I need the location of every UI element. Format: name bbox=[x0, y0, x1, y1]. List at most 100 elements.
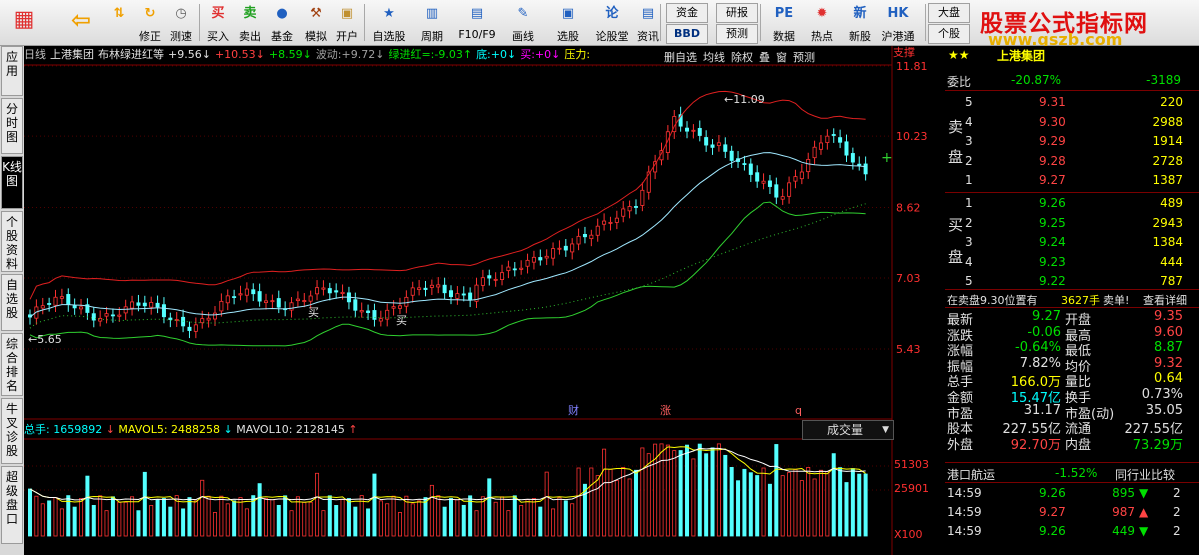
toolbar-button-10[interactable]: ★ 自选股 bbox=[369, 2, 409, 43]
volume-bar bbox=[321, 510, 326, 537]
candle-body bbox=[161, 304, 166, 318]
marker-q[interactable]: q bbox=[795, 404, 802, 417]
buy-level: 1 bbox=[965, 196, 973, 210]
chart-header-button-5[interactable]: 预测 bbox=[793, 51, 815, 64]
dapan-button[interactable]: 大盘 bbox=[928, 3, 970, 23]
zijin-button[interactable]: 资金 bbox=[666, 3, 708, 23]
volume-bar bbox=[391, 495, 396, 537]
tick-price: 9.26 bbox=[1039, 524, 1066, 538]
toolbar-button-8[interactable]: ⚒ 模拟 bbox=[302, 2, 330, 43]
toolbar-button-15[interactable]: 论论股堂 bbox=[592, 2, 632, 43]
marker-zhang[interactable]: 涨 bbox=[660, 404, 671, 417]
volume-bar bbox=[244, 508, 249, 537]
left-tab-6[interactable]: 牛叉诊股 bbox=[1, 398, 23, 464]
left-tab-bar: 应用 分时图 K线图 个股资料 自选股 综合排名 牛叉诊股 超级盘口 bbox=[0, 46, 24, 555]
chart-header-button-0[interactable]: 删自选 bbox=[664, 51, 697, 64]
candle-body bbox=[321, 287, 326, 290]
left-tab-1[interactable]: 分时图 bbox=[1, 98, 23, 154]
left-tab-2[interactable]: K线图 bbox=[1, 156, 23, 209]
volume-bar bbox=[774, 444, 779, 537]
tick-price: 9.27 bbox=[1039, 505, 1066, 519]
marker-cai[interactable]: 财 bbox=[568, 403, 579, 417]
toolbar-button-11[interactable]: ▥ 周期 bbox=[413, 2, 451, 43]
candle-body bbox=[436, 284, 441, 288]
tick-count: 2 bbox=[1173, 524, 1181, 538]
volume-bar bbox=[787, 472, 792, 537]
toolbar-button-5[interactable]: 买买入 bbox=[204, 2, 232, 43]
volume-bar bbox=[500, 496, 505, 537]
left-tab-4[interactable]: 自选股 bbox=[1, 274, 23, 331]
toolbar-button-18[interactable]: ✹ 热点 bbox=[806, 2, 838, 43]
toolbar-button-13[interactable]: ✎ 画线 bbox=[503, 2, 543, 43]
left-tab-5[interactable]: 综合排名 bbox=[1, 333, 23, 396]
candle-body bbox=[557, 247, 562, 250]
toolbar-button-17[interactable]: PE 数据 bbox=[766, 2, 802, 43]
candle-body bbox=[857, 163, 862, 166]
kline-chart[interactable]: 11.8110.238.627.035.43支撑←11.09←5.65买买财涨 q… bbox=[24, 46, 945, 555]
volume-bar bbox=[455, 499, 460, 537]
toolbar-button-2[interactable]: ⇅ bbox=[106, 2, 132, 43]
toolbar-button-12[interactable]: ▤ F10/F9 bbox=[455, 2, 499, 43]
toolbar-button-9[interactable]: ▣ 开户 bbox=[333, 2, 361, 43]
lock-icon: ▣ bbox=[340, 6, 354, 21]
toolbar-button-20[interactable]: HK 沪港通 bbox=[880, 2, 916, 43]
info-icon: ▤ bbox=[641, 6, 655, 21]
toolbar-button-3[interactable]: ↻ 修正 bbox=[136, 2, 164, 43]
toolbar-button-4[interactable]: ◷ 测速 bbox=[167, 2, 195, 43]
candle-body bbox=[863, 163, 868, 175]
mavol10-line bbox=[29, 447, 866, 501]
hot-icon: ✹ bbox=[816, 6, 828, 21]
volume-bar bbox=[519, 505, 524, 537]
buy-price: 9.22 bbox=[1039, 274, 1066, 288]
candle-body bbox=[410, 287, 415, 296]
toolbar-button-16[interactable]: ▤ 资讯 bbox=[634, 2, 662, 43]
gegu-button[interactable]: 个股 bbox=[928, 24, 970, 44]
toolbar-button-7[interactable]: ● 基金 bbox=[268, 2, 296, 43]
bbd-button[interactable]: BBD bbox=[666, 24, 708, 44]
volume-bar bbox=[442, 506, 447, 537]
yanbao-button[interactable]: 研报 bbox=[716, 3, 758, 23]
candle-body bbox=[723, 144, 728, 152]
toolbar-button-1[interactable]: ⇦ bbox=[64, 2, 98, 43]
view-detail-link[interactable]: 查看详细 bbox=[1143, 292, 1187, 308]
toolbar: ▦ ⇦ ⇅ ↻ 修正 ◷ 测速买买入卖卖出 ● 基金 ⚒ 模拟 ▣ 开户 ★ 自选股 ▥ 周期 ▤ F10/F9 ✎ 画… bbox=[0, 0, 1199, 49]
chart-header-button-3[interactable]: 叠 bbox=[759, 51, 770, 64]
divider bbox=[945, 192, 1199, 193]
tick-volume: 449 bbox=[1112, 524, 1135, 538]
tick-time: 14:59 bbox=[947, 505, 982, 519]
volume-bar bbox=[334, 505, 339, 537]
left-tab-3[interactable]: 个股资料 bbox=[1, 211, 23, 272]
volume-bar bbox=[844, 482, 849, 537]
chart-header-button-4[interactable]: 窗 bbox=[776, 51, 787, 64]
candle-body bbox=[72, 305, 77, 309]
candle-body bbox=[193, 324, 198, 332]
yuce-button[interactable]: 预测 bbox=[716, 24, 758, 44]
chart-header-button-2[interactable]: 除权 bbox=[731, 51, 753, 64]
volume-bar bbox=[315, 472, 320, 537]
candle-body bbox=[487, 275, 492, 279]
left-tab-0[interactable]: 应用 bbox=[1, 46, 23, 96]
toolbar-button-6[interactable]: 卖卖出 bbox=[236, 2, 264, 43]
sell-price: 9.27 bbox=[1039, 173, 1066, 187]
toolbar-button-0[interactable]: ▦ bbox=[6, 2, 42, 43]
sell-volume: 2988 bbox=[1152, 114, 1183, 129]
volume-bar bbox=[799, 480, 804, 537]
volume-bar bbox=[110, 496, 115, 537]
volume-bar bbox=[232, 500, 237, 537]
toolbar-button-14[interactable]: ▣ 选股 bbox=[550, 2, 586, 43]
divider bbox=[945, 462, 1199, 463]
volume-bar bbox=[72, 506, 77, 537]
chart-header-button-1[interactable]: 均线 bbox=[703, 51, 725, 64]
stat-value: 9.35 bbox=[1154, 309, 1183, 324]
volume-bar bbox=[640, 447, 645, 537]
toolbar-separator bbox=[660, 4, 661, 41]
candle-body bbox=[295, 298, 300, 302]
volume-indicator-select[interactable]: 成交量 ▼ bbox=[802, 420, 894, 440]
volume-bar bbox=[806, 467, 811, 537]
industry-compare-link[interactable]: 同行业比较 bbox=[1115, 466, 1175, 483]
left-tab-7[interactable]: 超级盘口 bbox=[1, 466, 23, 544]
volume-bar bbox=[206, 495, 211, 537]
toolbar-button-19[interactable]: 新新股 bbox=[845, 2, 875, 43]
sell-level: 5 bbox=[965, 95, 973, 109]
candle-body bbox=[168, 317, 173, 320]
